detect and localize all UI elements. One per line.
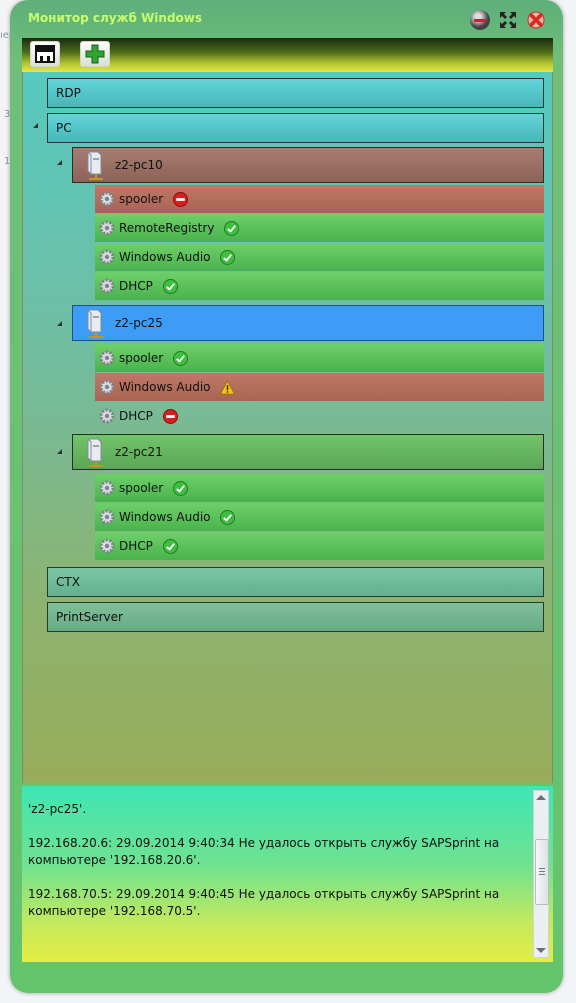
gear-icon — [99, 278, 115, 294]
check-icon — [173, 351, 189, 366]
server-icon — [87, 151, 103, 180]
service-row[interactable]: DHCP — [95, 532, 544, 560]
log-scrollbar[interactable] — [533, 790, 549, 958]
check-icon — [220, 510, 236, 525]
close-icon — [527, 11, 545, 29]
gear-icon — [99, 379, 115, 395]
tree-group-rdp[interactable]: RDP — [47, 78, 544, 108]
stopped-icon — [173, 192, 189, 207]
log-text: 'z2-pc25'. 192.168.20.6: 29.09.2014 9:40… — [28, 786, 528, 937]
check-icon — [162, 279, 178, 294]
service-row[interactable]: RemoteRegistry — [95, 214, 544, 242]
tree-group-ctx[interactable]: CTX — [47, 567, 544, 597]
gear-icon — [99, 220, 115, 236]
service-row[interactable]: DHCP — [95, 272, 544, 300]
gear-icon — [99, 509, 115, 525]
toolbar — [22, 38, 553, 72]
gear-icon — [99, 350, 115, 366]
service-row[interactable]: Windows Audio — [95, 373, 544, 401]
service-label: DHCP — [119, 539, 153, 553]
tree-group-label: PrintServer — [56, 610, 123, 624]
tree-group-label: RDP — [56, 86, 81, 100]
save-icon — [35, 45, 55, 63]
service-label: Windows Audio — [119, 510, 211, 524]
service-row[interactable]: Windows Audio — [95, 243, 544, 271]
grip-line — [539, 868, 545, 869]
grip-line — [539, 871, 545, 872]
gear-icon — [99, 480, 115, 496]
collapse-arrow-icon[interactable] — [57, 321, 62, 326]
service-monitor-window: Монитор служб Windows RDP PC z2-pc10 spo… — [10, 0, 563, 993]
gear-icon — [99, 249, 115, 265]
scroll-up-icon[interactable] — [536, 795, 546, 800]
service-label: Windows Audio — [119, 250, 211, 264]
tree-group-label: PC — [56, 121, 72, 135]
log-entry-partial: 'z2-pc25'. — [28, 786, 528, 818]
warning-icon — [220, 380, 236, 395]
maximize-button[interactable] — [498, 10, 518, 30]
tree-host-z2-pc21[interactable]: z2-pc21 — [72, 434, 544, 470]
service-label: DHCP — [119, 409, 153, 423]
server-icon — [87, 309, 103, 338]
host-label: z2-pc21 — [115, 445, 163, 459]
log-entry: 192.168.70.5: 29.09.2014 9:40:45 Не удал… — [28, 887, 500, 918]
service-row[interactable]: spooler — [95, 474, 544, 502]
tree-host-z2-pc25[interactable]: z2-pc25 — [72, 305, 544, 341]
service-label: Windows Audio — [119, 380, 211, 394]
host-label: z2-pc25 — [115, 316, 163, 330]
log-panel[interactable]: 'z2-pc25'. 192.168.20.6: 29.09.2014 9:40… — [22, 786, 553, 962]
maximize-icon — [500, 12, 516, 28]
service-label: spooler — [119, 192, 164, 206]
close-button[interactable] — [526, 10, 546, 30]
service-label: DHCP — [119, 279, 153, 293]
service-tree: RDP PC z2-pc10 spooler RemoteRegistry Wi… — [22, 72, 553, 783]
tree-host-z2-pc10[interactable]: z2-pc10 — [72, 147, 544, 183]
tree-group-pc[interactable]: PC — [47, 113, 544, 143]
service-row[interactable]: DHCP — [95, 402, 544, 430]
save-button[interactable] — [30, 41, 60, 67]
service-row[interactable]: spooler — [95, 344, 544, 372]
tree-group-label: CTX — [56, 575, 80, 589]
service-row[interactable]: spooler — [95, 185, 544, 213]
log-entry: 192.168.20.6: 29.09.2014 9:40:34 Не удал… — [28, 836, 500, 867]
grip-line — [539, 874, 545, 875]
window-title: Монитор служб Windows — [28, 11, 203, 25]
tree-group-printserver[interactable]: PrintServer — [47, 602, 544, 632]
minimize-button[interactable] — [470, 10, 490, 30]
check-icon — [224, 221, 240, 236]
scroll-down-icon[interactable] — [536, 948, 546, 953]
log-partial-line — [28, 786, 528, 801]
log-partial-tail: 'z2-pc25'. — [28, 802, 87, 816]
host-label: z2-pc10 — [115, 158, 163, 172]
service-label: RemoteRegistry — [119, 221, 215, 235]
collapse-arrow-icon[interactable] — [57, 449, 62, 454]
service-label: spooler — [119, 481, 164, 495]
check-icon — [173, 481, 189, 496]
scroll-thumb[interactable] — [535, 839, 549, 905]
server-icon — [87, 438, 103, 467]
stopped-icon — [162, 409, 178, 424]
collapse-arrow-icon[interactable] — [33, 123, 38, 128]
add-button[interactable] — [80, 41, 110, 67]
gear-icon — [99, 408, 115, 424]
service-row[interactable]: Windows Audio — [95, 503, 544, 531]
collapse-arrow-icon[interactable] — [57, 160, 62, 165]
check-icon — [220, 250, 236, 265]
check-icon — [162, 539, 178, 554]
plus-icon — [85, 44, 105, 64]
gear-icon — [99, 191, 115, 207]
gear-icon — [99, 538, 115, 554]
service-label: spooler — [119, 351, 164, 365]
